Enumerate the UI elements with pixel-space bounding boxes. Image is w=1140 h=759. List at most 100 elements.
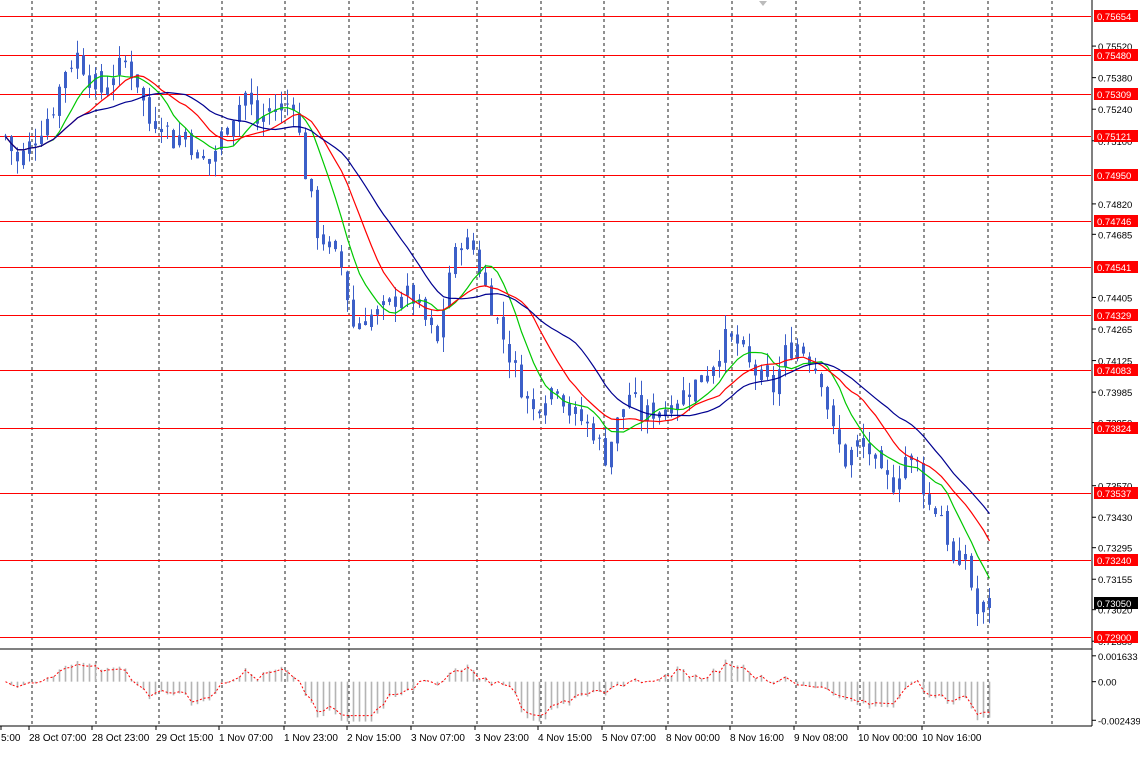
time-tick-label: 9 Nov 08:00 xyxy=(794,733,848,744)
candle-body xyxy=(898,478,901,490)
oscillator-tick-label: 0.001633 xyxy=(1098,652,1138,663)
candle-body xyxy=(376,309,379,315)
oscillator-tick-label: -0.002439 xyxy=(1098,716,1140,727)
candle-body xyxy=(988,597,991,608)
candle-body xyxy=(382,301,385,306)
candle-body xyxy=(772,374,775,393)
candle-body xyxy=(40,135,43,145)
candle-body xyxy=(724,329,727,363)
chart-canvas[interactable]: 0.755200.753800.752400.751000.748200.746… xyxy=(0,0,1140,754)
candle-body xyxy=(544,403,547,416)
candle-body xyxy=(586,421,589,424)
candle-body xyxy=(964,554,967,560)
candle-body xyxy=(394,296,397,307)
candle-body xyxy=(760,369,763,380)
candle-body xyxy=(58,86,61,116)
price-chart[interactable]: 0.75520 0.75380 0.75240 0.75100 0.74820 0.746… xyxy=(0,0,1140,754)
candle-body xyxy=(508,344,511,363)
candle-body xyxy=(484,272,487,286)
candle-body xyxy=(166,125,169,127)
candle-body xyxy=(118,57,121,76)
candle-body xyxy=(556,391,559,394)
candle-body xyxy=(238,104,241,122)
time-tick-label: 28 Oct 23:00 xyxy=(92,733,150,744)
candle-body xyxy=(304,132,307,180)
candle-body xyxy=(364,321,367,326)
level-label: 0.73537 xyxy=(1097,489,1131,500)
candle-body xyxy=(616,417,619,444)
candle-body xyxy=(406,285,409,296)
candle-body xyxy=(160,128,163,133)
candle-body xyxy=(610,441,613,468)
candle-body xyxy=(178,135,181,146)
price-tick-label: 0.73155 xyxy=(1098,575,1132,586)
level-label: 0.74746 xyxy=(1097,217,1131,228)
candle-body xyxy=(250,92,253,105)
candle-body xyxy=(748,346,751,363)
candle-body xyxy=(52,114,55,116)
level-label: 0.74541 xyxy=(1097,263,1131,274)
price-tick-label: 0.74265 xyxy=(1098,325,1132,336)
candle-body xyxy=(514,360,517,363)
candle-body xyxy=(862,438,865,447)
candle-body xyxy=(766,365,769,377)
candle-body xyxy=(334,240,337,250)
oscillator-tick-label: 0.00 xyxy=(1098,678,1117,689)
candle-body xyxy=(226,127,229,135)
level-label: 0.75480 xyxy=(1097,51,1131,62)
candle-body xyxy=(952,541,955,562)
candle-body xyxy=(712,367,715,376)
candle-body xyxy=(82,55,85,75)
candle-body xyxy=(538,411,541,414)
price-tick-label: 0.74820 xyxy=(1098,200,1132,211)
candle-body xyxy=(940,515,943,517)
candle-body xyxy=(148,97,151,124)
candle-body xyxy=(286,103,289,105)
candle-body xyxy=(970,555,973,588)
candle-body xyxy=(520,364,523,398)
candle-body xyxy=(922,463,925,495)
candle-body xyxy=(202,155,205,159)
candle-body xyxy=(634,392,637,395)
candle-body xyxy=(574,406,577,414)
time-tick-label: 2 Nov 15:00 xyxy=(347,733,401,744)
candle-body xyxy=(184,131,187,140)
candle-body xyxy=(742,340,745,345)
level-label: 0.74083 xyxy=(1097,366,1131,377)
candle-body xyxy=(400,296,403,309)
candle-body xyxy=(868,443,871,455)
time-tick-label: 29 Oct 15:00 xyxy=(156,733,214,744)
time-tick-label: 28 Oct 07:00 xyxy=(29,733,87,744)
candle-body xyxy=(832,405,835,427)
candle-body xyxy=(502,316,505,340)
candle-body xyxy=(946,511,949,545)
candle-body xyxy=(466,237,469,250)
candle-body xyxy=(214,150,217,162)
candle-body xyxy=(172,130,175,149)
candle-body xyxy=(190,133,193,156)
candle-body xyxy=(370,314,373,328)
candle-body xyxy=(112,78,115,86)
candle-body xyxy=(856,440,859,447)
candle-body xyxy=(478,249,481,274)
candle-body xyxy=(358,323,361,330)
candle-body xyxy=(640,395,643,421)
candle-body xyxy=(490,285,493,316)
candle-body xyxy=(814,368,817,371)
candle-body xyxy=(46,118,49,136)
candle-body xyxy=(496,318,499,320)
candle-body xyxy=(652,402,655,419)
candle-body xyxy=(784,345,787,368)
candle-body xyxy=(622,409,625,418)
candle-body xyxy=(442,310,445,338)
candle-body xyxy=(76,52,79,69)
time-tick-label: 5 Nov 07:00 xyxy=(602,733,656,744)
level-label: 0.74329 xyxy=(1097,311,1131,322)
candle-body xyxy=(778,369,781,395)
candle-body xyxy=(592,423,595,441)
candle-body xyxy=(94,74,97,90)
candle-body xyxy=(430,317,433,326)
candle-body xyxy=(124,60,127,63)
candle-body xyxy=(310,178,313,192)
candle-body xyxy=(796,344,799,360)
